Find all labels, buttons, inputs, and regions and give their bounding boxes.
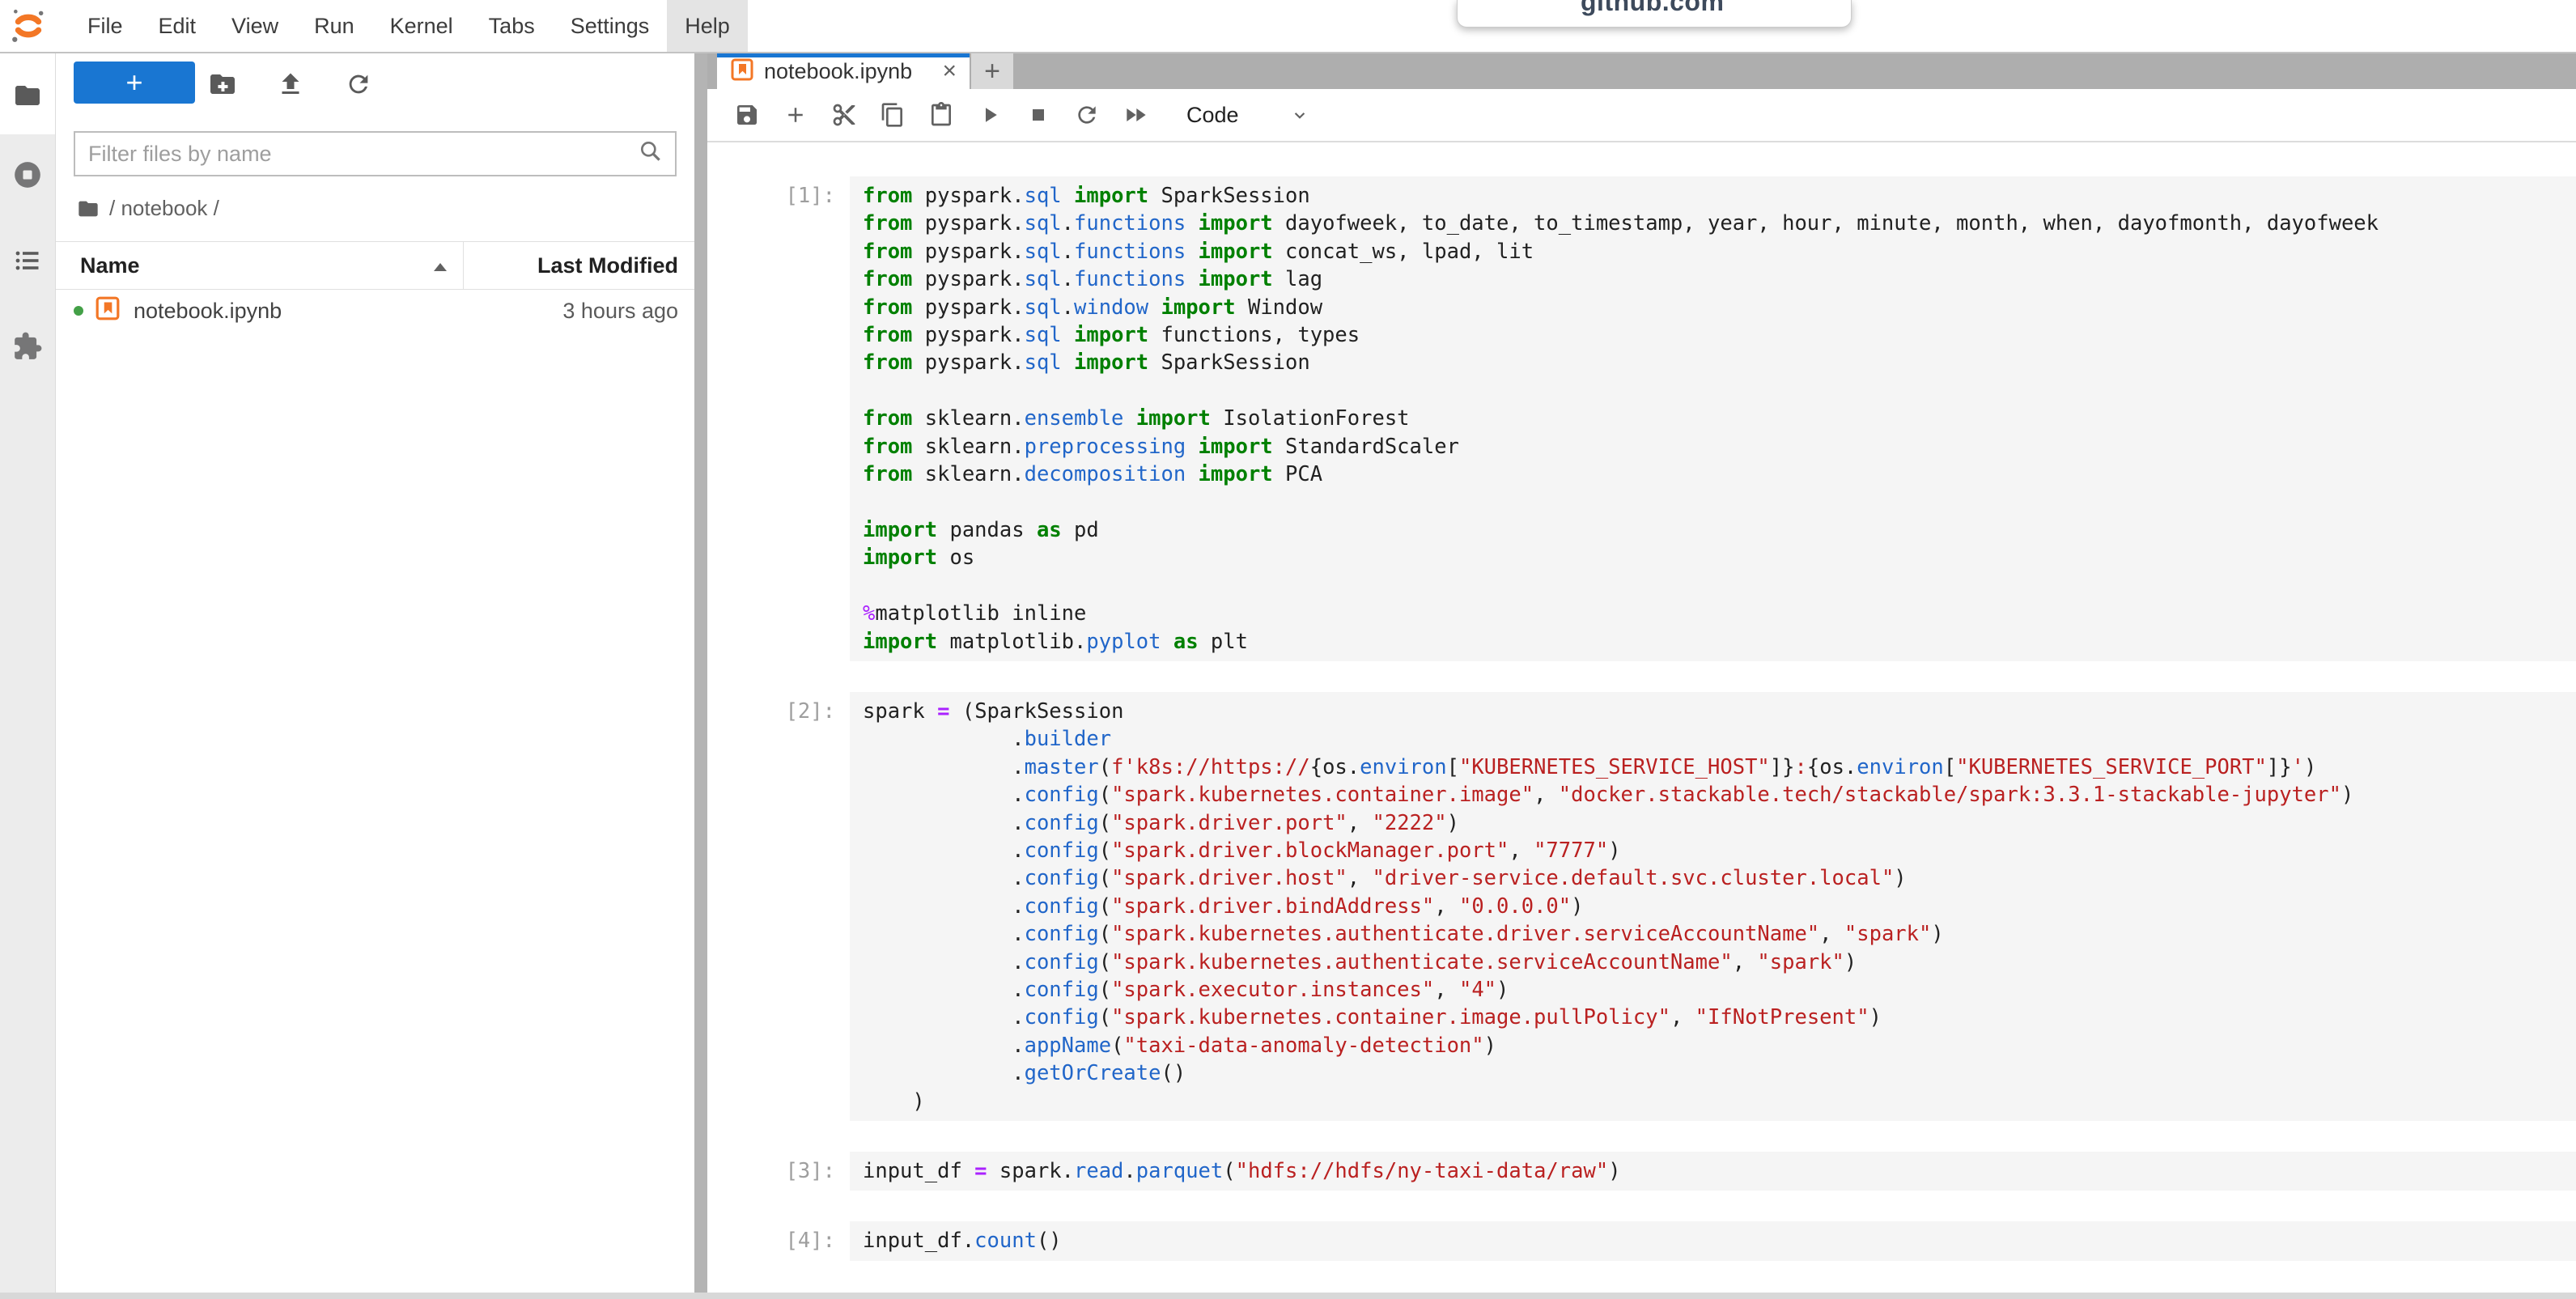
popup-site-text: github.com xyxy=(1458,0,1851,17)
run-icon[interactable] xyxy=(971,96,1008,134)
notebook-icon xyxy=(730,57,754,86)
code-cell-2: [2]: spark = (SparkSession .builder .mas… xyxy=(707,692,2576,1121)
menu-item-edit[interactable]: Edit xyxy=(141,0,214,52)
menu-item-help[interactable]: Help xyxy=(667,0,748,52)
breadcrumb[interactable]: / notebook / xyxy=(77,196,219,221)
menu-item-settings[interactable]: Settings xyxy=(553,0,668,52)
file-browser-toolbar: + xyxy=(56,53,694,113)
code-cell-3: [3]: input_df = spark.read.parquet("hdfs… xyxy=(707,1152,2576,1191)
file-filter-input[interactable] xyxy=(75,141,638,168)
top-menu-bar: File Edit View Run Kernel Tabs Settings … xyxy=(0,0,2576,53)
notebook-toolbar: Code xyxy=(707,89,2576,142)
copy-icon[interactable] xyxy=(874,96,911,134)
menu-item-run[interactable]: Run xyxy=(296,0,372,52)
file-filter-box xyxy=(74,131,677,176)
notebook-file-icon xyxy=(95,295,121,327)
upload-icon[interactable] xyxy=(271,65,310,104)
add-cell-icon[interactable] xyxy=(777,96,814,134)
column-header-last-modified[interactable]: Last Modified xyxy=(463,242,694,289)
file-name: notebook.ipynb xyxy=(134,299,282,324)
panel-splitter[interactable] xyxy=(694,53,707,1299)
cell-input-prompt: [3]: xyxy=(707,1152,850,1191)
refresh-icon[interactable] xyxy=(339,65,378,104)
file-last-modified: 3 hours ago xyxy=(562,299,694,324)
running-kernels-icon[interactable] xyxy=(0,152,55,197)
sort-ascending-icon xyxy=(432,253,448,278)
file-browser-icon[interactable] xyxy=(0,73,55,118)
column-header-name[interactable]: Name xyxy=(56,253,463,278)
menu-item-view[interactable]: View xyxy=(214,0,296,52)
extensions-icon[interactable] xyxy=(0,324,55,369)
menu-item-kernel[interactable]: Kernel xyxy=(372,0,471,52)
close-icon[interactable]: × xyxy=(937,57,961,85)
window-bottom-edge xyxy=(0,1293,2576,1299)
paste-icon[interactable] xyxy=(923,96,960,134)
sidebar-icon-strip xyxy=(0,53,56,1299)
cell-code-editor[interactable]: input_df.count() xyxy=(850,1221,2576,1260)
menu-item-tabs[interactable]: Tabs xyxy=(471,0,553,52)
main-menu: File Edit View Run Kernel Tabs Settings … xyxy=(70,0,748,52)
tab-bar: notebook.ipynb × + xyxy=(707,53,2576,89)
add-tab-icon: + xyxy=(984,56,1000,87)
code-cell-1: [1]: from pyspark.sql import SparkSessio… xyxy=(707,176,2576,661)
menu-item-file[interactable]: File xyxy=(70,0,141,52)
notebook-content: [1]: from pyspark.sql import SparkSessio… xyxy=(707,142,2576,1299)
folder-icon xyxy=(77,197,100,220)
file-list-header: Name Last Modified xyxy=(56,241,694,290)
cell-input-prompt: [1]: xyxy=(707,176,850,661)
new-launcher-button[interactable]: + xyxy=(74,62,195,104)
new-folder-icon[interactable] xyxy=(203,65,242,104)
save-icon[interactable] xyxy=(728,96,766,134)
file-browser-panel: + / notebook / Name xyxy=(56,53,694,1299)
new-launcher-plus-icon: + xyxy=(125,66,142,100)
tab-title: notebook.ipynb xyxy=(764,59,937,84)
browser-popup: github.com xyxy=(1457,0,1852,28)
cut-icon[interactable] xyxy=(825,96,863,134)
restart-icon[interactable] xyxy=(1068,96,1106,134)
chevron-down-icon[interactable] xyxy=(1289,104,1310,125)
cell-code-editor[interactable]: from pyspark.sql import SparkSessionfrom… xyxy=(850,176,2576,661)
file-row-notebook[interactable]: notebook.ipynb 3 hours ago xyxy=(56,289,694,333)
stop-icon[interactable] xyxy=(1020,96,1057,134)
cell-code-editor[interactable]: spark = (SparkSession .builder .master(f… xyxy=(850,692,2576,1121)
cell-input-prompt: [2]: xyxy=(707,692,850,1121)
add-tab-button[interactable]: + xyxy=(971,53,1013,89)
search-icon xyxy=(638,138,664,170)
fast-forward-icon[interactable] xyxy=(1117,96,1154,134)
table-of-contents-icon[interactable] xyxy=(0,238,55,283)
jupyter-logo xyxy=(10,7,47,45)
jupyterlab-shell: + / notebook / Name xyxy=(0,53,2576,1299)
breadcrumb-path: / notebook / xyxy=(109,196,219,221)
kernel-running-dot xyxy=(74,306,83,316)
code-cell-4: [4]: input_df.count() xyxy=(707,1221,2576,1260)
notebook-panel: notebook.ipynb × + xyxy=(707,53,2576,1299)
tab-notebook[interactable]: notebook.ipynb × xyxy=(717,53,970,89)
cell-code-editor[interactable]: input_df = spark.read.parquet("hdfs://hd… xyxy=(850,1152,2576,1191)
cell-input-prompt: [4]: xyxy=(707,1221,850,1260)
cell-type-dropdown[interactable]: Code xyxy=(1186,103,1239,128)
